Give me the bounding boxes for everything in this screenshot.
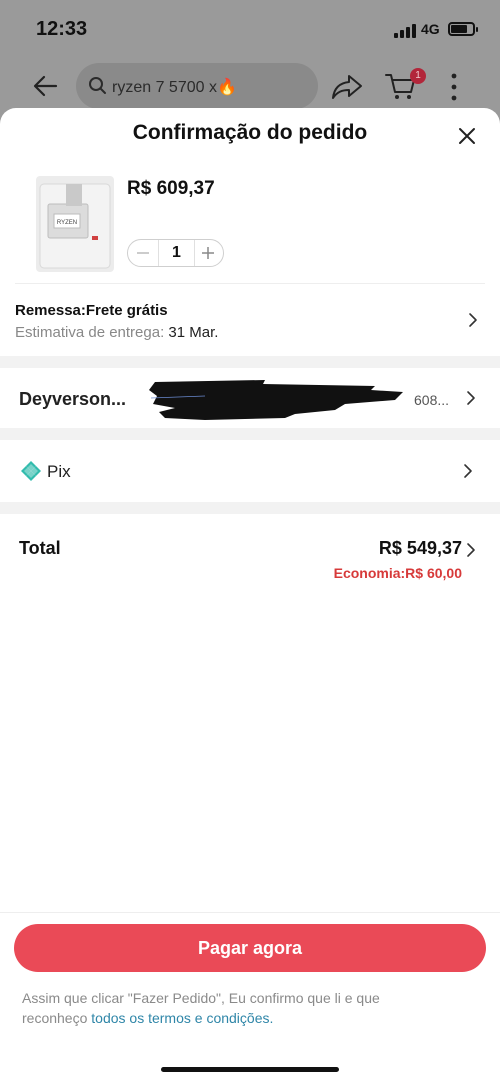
total-label: Total (19, 538, 61, 558)
payment-method-label: Pix (47, 462, 71, 481)
chevron-right-icon (469, 313, 477, 327)
cart-badge: 1 (410, 68, 426, 84)
address-partial: 608... (414, 392, 450, 408)
address-row[interactable]: Deyverson... 608... (0, 368, 500, 428)
status-bar: 12:33 4G (0, 0, 500, 60)
search-input[interactable]: ryzen 7 5700 x🔥 (76, 63, 318, 109)
product-price: R$ 609,37 (127, 178, 215, 199)
section-gap (0, 428, 500, 440)
chevron-right-icon (467, 543, 475, 557)
cpu-box-image: RYZEN (39, 183, 111, 269)
decrease-quantity-button[interactable] (128, 240, 158, 266)
search-query: ryzen 7 5700 x🔥 (112, 79, 237, 96)
sheet-title: Confirmação do pedido (132, 121, 368, 144)
signal-icon (394, 24, 416, 38)
chevron-right-icon (464, 464, 472, 478)
shipping-row[interactable]: Remessa:Frete grátis Estimativa de entre… (0, 284, 500, 356)
share-icon[interactable] (330, 70, 364, 102)
payment-method-row[interactable]: Pix (0, 440, 500, 502)
section-gap (0, 502, 500, 514)
network-type: 4G (421, 21, 440, 37)
recipient-name: Deyverson... (19, 389, 127, 409)
shipping-title: Remessa:Frete grátis (15, 302, 168, 319)
savings-amount: Economia:R$ 60,00 (333, 565, 462, 581)
search-icon (89, 77, 106, 94)
app-top-bar: ryzen 7 5700 x🔥 1 (0, 60, 500, 112)
quantity-stepper: 1 (127, 239, 224, 267)
redaction-scribble (149, 380, 403, 420)
status-time: 12:33 (36, 18, 88, 40)
more-options-icon[interactable] (444, 70, 464, 104)
close-icon[interactable] (455, 124, 479, 148)
order-confirmation-sheet: Confirmação do pedido RYZEN R$ 609,37 1 … (0, 108, 500, 1082)
chevron-right-icon (467, 391, 475, 405)
back-arrow-icon[interactable] (30, 70, 62, 102)
terms-link[interactable]: todos os termos e condições. (91, 1010, 273, 1026)
delivery-date: 31 Mar. (168, 324, 219, 341)
cpu-box-label: RYZEN (57, 220, 77, 226)
increase-quantity-button[interactable] (193, 240, 223, 266)
pay-now-button[interactable]: Pagar agora (14, 924, 486, 972)
divider (0, 912, 500, 913)
product-image[interactable]: RYZEN (36, 176, 114, 272)
delivery-estimate-label: Estimativa de entrega: (15, 324, 165, 341)
section-gap (0, 356, 500, 368)
battery-icon (448, 22, 478, 36)
pix-icon (21, 461, 41, 481)
delivery-estimate: Estimativa de entrega: 31 Mar. (15, 324, 218, 341)
total-value: R$ 549,37 (378, 538, 462, 558)
quantity-value[interactable]: 1 (158, 240, 195, 266)
home-indicator[interactable] (161, 1067, 339, 1072)
total-row[interactable]: Total R$ 549,37 Economia:R$ 60,00 (0, 514, 500, 604)
legal-notice: Assim que clicar "Fazer Pedido", Eu conf… (22, 988, 442, 1028)
